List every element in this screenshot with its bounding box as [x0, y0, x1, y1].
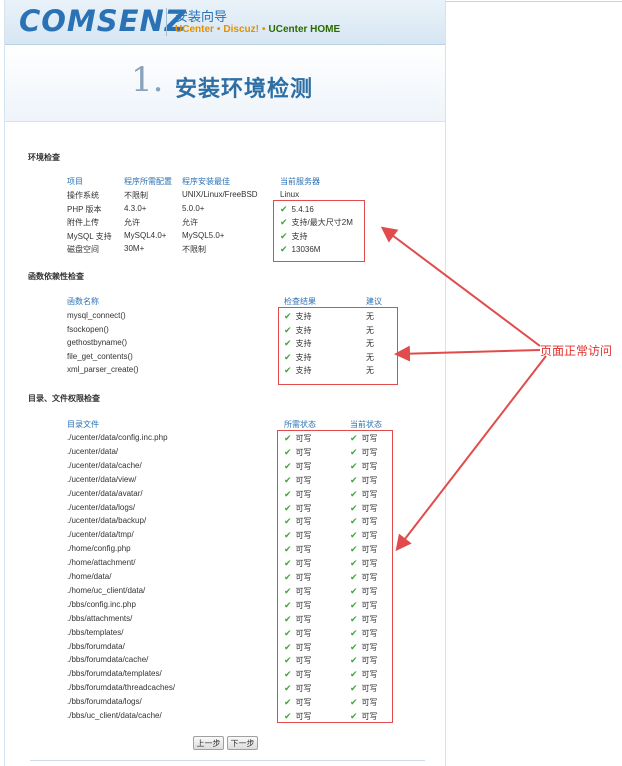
footer-divider — [30, 760, 425, 761]
arrow-to-func — [394, 345, 541, 362]
arrow-to-dir — [395, 355, 547, 552]
annotation-label: 页面正常访问 — [540, 344, 613, 358]
arrow-to-env — [380, 226, 541, 347]
prev-step-button[interactable]: 上一步 — [193, 736, 224, 750]
annotation-arrows — [380, 226, 547, 552]
next-step-button[interactable]: 下一步 — [227, 736, 258, 750]
